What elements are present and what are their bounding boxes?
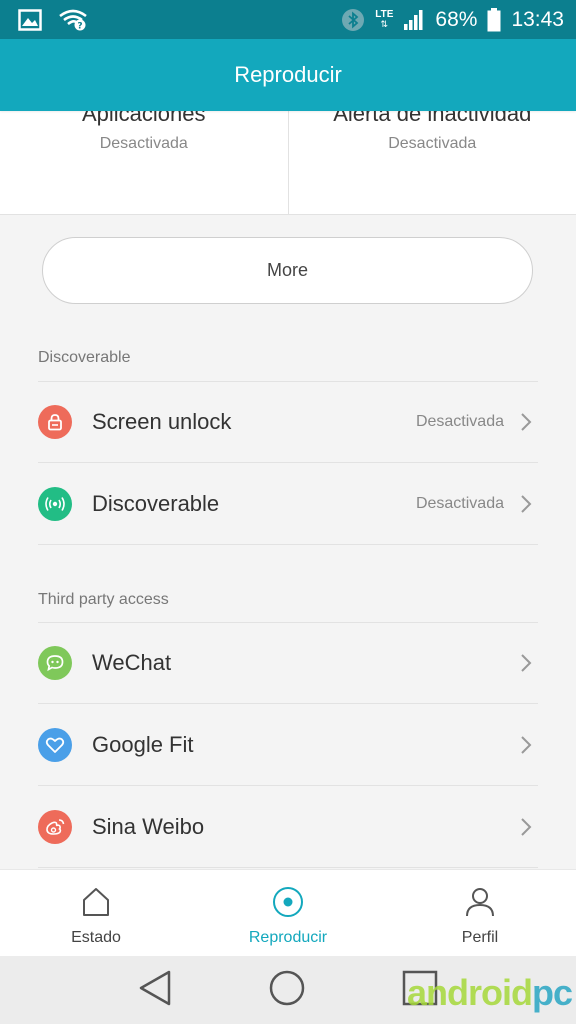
tab-label: Reproducir bbox=[248, 929, 328, 946]
list-item-value: Desactivada bbox=[415, 413, 504, 430]
card-title: Alerta de inactividad bbox=[333, 111, 532, 126]
tab-label: Estado bbox=[71, 929, 121, 946]
tab-label: Perfil bbox=[461, 929, 499, 946]
chevron-right-icon bbox=[518, 652, 534, 674]
battery-icon bbox=[487, 7, 501, 32]
signal-icon bbox=[403, 9, 425, 31]
weibo-icon bbox=[38, 809, 72, 844]
home-icon bbox=[80, 886, 112, 923]
tab-estado[interactable]: Estado bbox=[0, 870, 192, 956]
more-button[interactable]: More bbox=[42, 237, 533, 304]
section-header-discoverable: Discoverable bbox=[38, 349, 131, 366]
card-applications[interactable]: Aplicaciones Desactivada bbox=[0, 111, 288, 214]
bluetooth-icon bbox=[341, 8, 365, 32]
gallery-notification-icon bbox=[18, 8, 42, 31]
watermark-suffix: pc bbox=[531, 972, 573, 1013]
list-item-label: Google Fit bbox=[92, 731, 194, 757]
bottom-nav: Estado Reproducir Perfil bbox=[0, 869, 576, 956]
watermark-text: android bbox=[406, 972, 533, 1013]
settings-content[interactable]: Aplicaciones Desactivada Alerta de inact… bbox=[0, 111, 576, 869]
list-item-label: WeChat bbox=[92, 650, 172, 675]
list-item-value: Desactivada bbox=[415, 494, 504, 512]
tab-reproducir[interactable]: Reproducir bbox=[192, 870, 384, 956]
battery-percent: 68% bbox=[435, 7, 478, 31]
broadcast-icon bbox=[38, 486, 72, 521]
card-value: Desactivada bbox=[99, 135, 188, 152]
card-title: Aplicaciones bbox=[81, 111, 206, 126]
back-icon[interactable] bbox=[137, 968, 173, 1013]
list-item-label: Screen unlock bbox=[92, 409, 232, 434]
wechat-icon bbox=[38, 646, 72, 680]
target-icon bbox=[272, 886, 304, 923]
svg-text:?: ? bbox=[77, 21, 82, 31]
chevron-right-icon bbox=[518, 816, 534, 838]
chevron-right-icon bbox=[518, 493, 534, 515]
list-item-google-fit[interactable]: Google Fit bbox=[38, 704, 538, 786]
lte-icon: LTE ⇅ bbox=[375, 9, 394, 29]
list-item-wechat[interactable]: WeChat bbox=[38, 622, 538, 704]
list-item-sina-weibo[interactable]: Sina Weibo bbox=[38, 786, 538, 868]
home-circle-icon[interactable] bbox=[267, 968, 307, 1013]
clock: 13:43 bbox=[511, 7, 564, 31]
list-item-screen-unlock[interactable]: Screen unlock Desactivada bbox=[38, 381, 538, 463]
chevron-right-icon bbox=[518, 411, 534, 433]
top-cards: Aplicaciones Desactivada Alerta de inact… bbox=[0, 111, 576, 215]
watermark-logo: androidpc bbox=[406, 972, 573, 1014]
heart-icon bbox=[38, 727, 72, 762]
card-inactivity-alert[interactable]: Alerta de inactividad Desactivada bbox=[287, 111, 576, 214]
section-header-third-party: Third party access bbox=[38, 591, 169, 608]
card-value: Desactivada bbox=[388, 135, 477, 152]
status-bar: ? LTE ⇅ 68% 13:43 bbox=[0, 0, 576, 39]
person-icon bbox=[464, 886, 496, 923]
page-title: Reproducir bbox=[234, 62, 342, 87]
list-item-discoverable[interactable]: Discoverable Desactivada bbox=[38, 463, 538, 545]
chevron-right-icon bbox=[518, 734, 534, 756]
wifi-question-icon: ? bbox=[58, 9, 88, 31]
app-header: Reproducir bbox=[0, 39, 576, 111]
list-item-label: Sina Weibo bbox=[92, 813, 205, 839]
tab-perfil[interactable]: Perfil bbox=[384, 870, 576, 956]
lock-icon bbox=[38, 405, 72, 439]
list-item-label: Discoverable bbox=[92, 490, 220, 516]
